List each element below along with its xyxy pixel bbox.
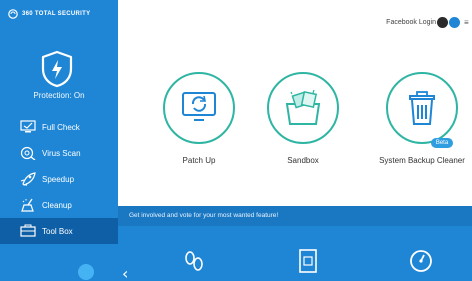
brand-badge-icon[interactable]	[449, 17, 460, 28]
feature-vote-banner[interactable]: Get involved and vote for your most want…	[118, 206, 472, 226]
patch-up-monitor-icon	[182, 92, 216, 121]
sandbox-box-icon	[285, 89, 321, 125]
shield-icon	[40, 50, 74, 88]
facebook-login-link[interactable]: Facebook Login	[386, 19, 436, 26]
tool-circle[interactable]	[267, 72, 339, 144]
sidebar-item-virus-scan[interactable]: Virus Scan	[0, 140, 118, 166]
menu-icon[interactable]: ≡	[464, 17, 470, 28]
toolbox-icon	[20, 224, 36, 237]
sidebar-item-label: Cleanup	[42, 200, 72, 210]
tool-label: Sandbox	[287, 156, 319, 165]
tool-sandbox[interactable]: Sandbox	[258, 72, 348, 165]
app-logo-icon	[8, 9, 18, 19]
tool-system-backup-cleaner[interactable]: Beta System Backup Cleaner	[372, 72, 472, 165]
tool-patch-up[interactable]: Patch Up	[154, 72, 244, 165]
sidebar: 360 TOTAL SECURITY Protection: On Full C…	[0, 0, 118, 281]
sidebar-item-full-check[interactable]: Full Check	[0, 114, 118, 140]
protection-status: Protection: On	[33, 91, 85, 100]
virus-scan-icon	[20, 146, 36, 160]
tool-label: System Backup Cleaner	[379, 156, 465, 165]
tool-circle[interactable]	[163, 72, 235, 144]
sidebar-item-label: Virus Scan	[42, 148, 81, 158]
tool-label: Patch Up	[182, 156, 216, 165]
sidebar-item-speedup[interactable]: Speedup	[0, 166, 118, 192]
decorative-bubble	[78, 264, 94, 280]
monitor-check-icon	[20, 120, 36, 133]
beta-badge: Beta	[431, 138, 453, 148]
gauge-icon[interactable]	[408, 248, 434, 274]
footprints-icon[interactable]	[182, 248, 206, 274]
top-bar: Facebook Login ≡	[118, 0, 472, 54]
bottom-tool-strip: ‹	[118, 226, 472, 281]
app-title-text: 360 TOTAL SECURITY	[22, 11, 91, 17]
sidebar-item-label: Speedup	[42, 174, 75, 184]
user-avatar-icon[interactable]	[437, 17, 448, 28]
chevron-left-icon[interactable]: ‹	[122, 264, 128, 281]
tool-circle[interactable]	[386, 72, 458, 144]
sidebar-nav: Full Check Virus Scan Speedup Cleanup To…	[0, 114, 118, 244]
sidebar-item-cleanup[interactable]: Cleanup	[0, 192, 118, 218]
app-window: 360 TOTAL SECURITY Protection: On Full C…	[0, 0, 472, 281]
sidebar-item-label: Full Check	[42, 122, 80, 132]
broom-icon	[21, 198, 34, 212]
app-title: 360 TOTAL SECURITY	[8, 7, 90, 21]
sidebar-item-label: Tool Box	[42, 226, 73, 236]
rocket-icon	[20, 172, 36, 186]
document-icon[interactable]	[298, 248, 318, 274]
sidebar-item-tool-box[interactable]: Tool Box	[0, 218, 118, 244]
trash-can-icon	[409, 91, 435, 125]
